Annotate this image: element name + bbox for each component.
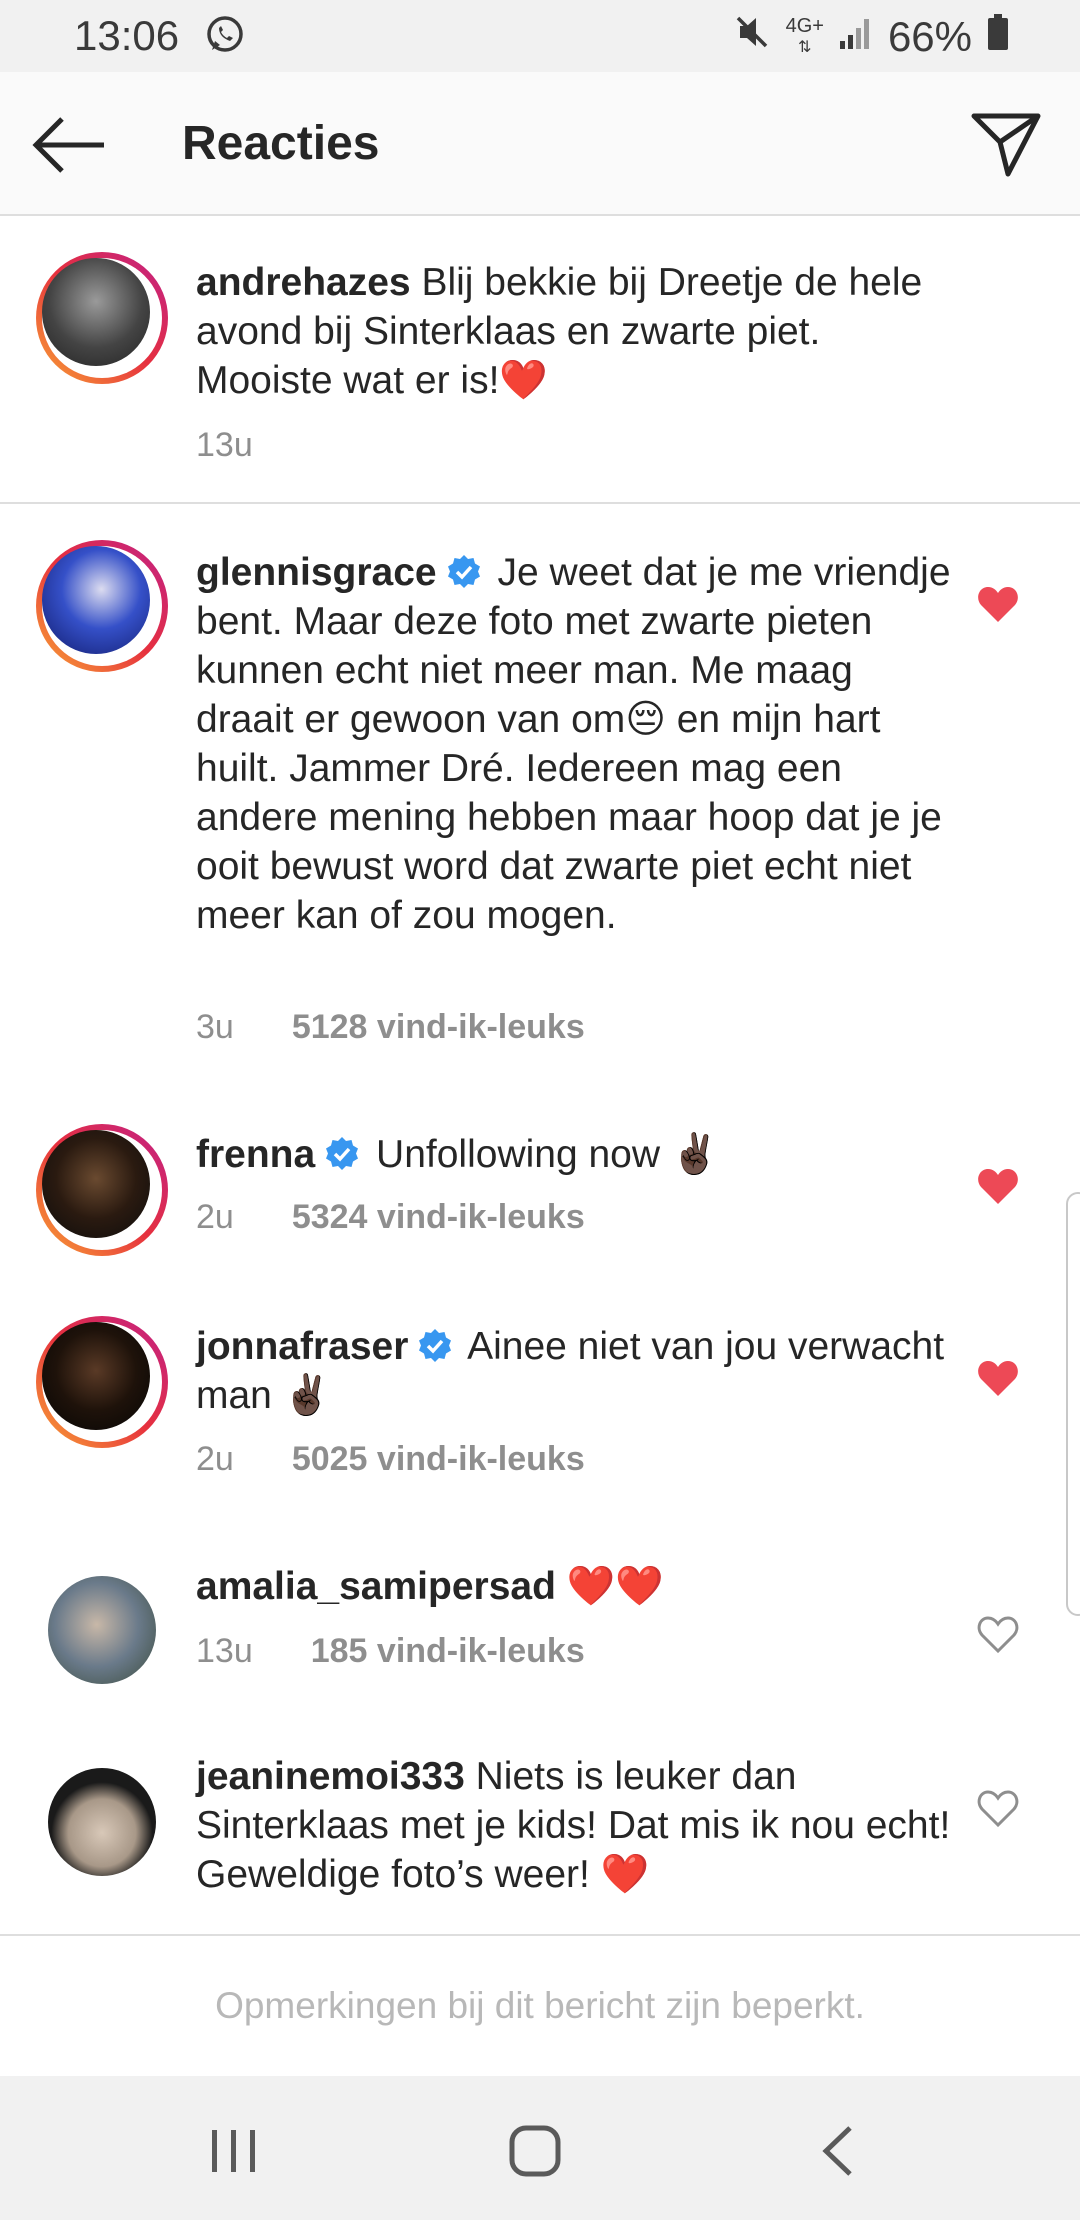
avatar[interactable] [36, 1564, 168, 1696]
comment-text: Unfollowing now ✌🏿 [376, 1133, 720, 1176]
comment-text: ❤️❤️ [566, 1565, 664, 1608]
home-icon[interactable] [508, 2124, 562, 2183]
signal-icon [838, 13, 874, 61]
heart-outline-icon[interactable] [976, 1614, 1020, 1654]
back-arrow-icon[interactable] [30, 110, 110, 180]
verified-badge-icon [323, 1135, 361, 1173]
whatsapp-icon [204, 14, 246, 66]
heart-filled-icon[interactable] [976, 1166, 1020, 1206]
comment-time: 2u [196, 1198, 234, 1236]
verified-badge-icon [445, 553, 483, 591]
scrollbar[interactable] [1066, 1192, 1080, 1616]
like-count[interactable]: 5324 vind-ik-leuks [292, 1198, 585, 1236]
app-header: Reacties [0, 72, 1080, 216]
back-icon[interactable] [818, 2124, 858, 2183]
page-title: Reacties [182, 117, 380, 170]
username[interactable]: amalia_samipersad [196, 1565, 556, 1608]
comment-time: 13u [196, 426, 253, 464]
username[interactable]: andrehazes [196, 261, 411, 304]
username[interactable]: frenna [196, 1133, 315, 1176]
recent-apps-icon[interactable] [206, 2126, 262, 2181]
post-caption: andrehazes Blij bekkie bij Dreetje de he… [0, 216, 1080, 502]
username[interactable]: glennisgrace [196, 551, 437, 594]
comment-time: 2u [196, 1440, 234, 1478]
mute-icon [732, 12, 772, 62]
username[interactable]: jonnafraser [196, 1325, 408, 1368]
heart-filled-icon[interactable] [976, 1358, 1020, 1398]
username[interactable]: jeaninemoi333 [196, 1755, 465, 1798]
system-nav-bar [0, 2076, 1080, 2220]
verified-badge-icon [416, 1327, 454, 1365]
comment-item: jeaninemoi333 Niets is leuker dan Sinter… [0, 1732, 1080, 1934]
status-time: 13:06 [74, 12, 180, 59]
avatar[interactable] [36, 1316, 168, 1448]
comment-item: frenna Unfollowing now ✌🏿 2u 5324 vind-ik… [0, 1104, 1080, 1284]
send-icon[interactable] [968, 106, 1044, 182]
avatar[interactable] [36, 1124, 168, 1256]
like-count[interactable]: 185 vind-ik-leuks [311, 1632, 585, 1670]
status-bar: 13:06 4G+ ⇅ 66% [0, 0, 1080, 72]
battery-icon [986, 12, 1010, 62]
comment-time: 13u [196, 1632, 253, 1670]
avatar[interactable] [36, 1756, 168, 1888]
comment-item: jonnafraser Ainee niet van jou verwacht … [0, 1296, 1080, 1516]
avatar[interactable] [36, 252, 168, 384]
comment-time: 3u [196, 1008, 234, 1046]
comment-text: Je weet dat je me vriendje bent. Maar de… [196, 551, 951, 937]
avatar[interactable] [36, 540, 168, 672]
comment-item: glennisgrace Je weet dat je me vriendje … [0, 504, 1080, 1064]
comments-restricted-notice: Opmerkingen bij dit bericht zijn beperkt… [0, 1934, 1080, 2076]
heart-outline-icon[interactable] [976, 1788, 1020, 1828]
like-count[interactable]: 5128 vind-ik-leuks [292, 1008, 585, 1046]
network-type: 4G+ ⇅ [785, 15, 824, 56]
heart-filled-icon[interactable] [976, 584, 1020, 624]
comment-item: amalia_samipersad ❤️❤️ 13u 185 vind-ik-le… [0, 1540, 1080, 1700]
battery-level: 66% [887, 13, 972, 60]
like-count[interactable]: 5025 vind-ik-leuks [292, 1440, 585, 1478]
